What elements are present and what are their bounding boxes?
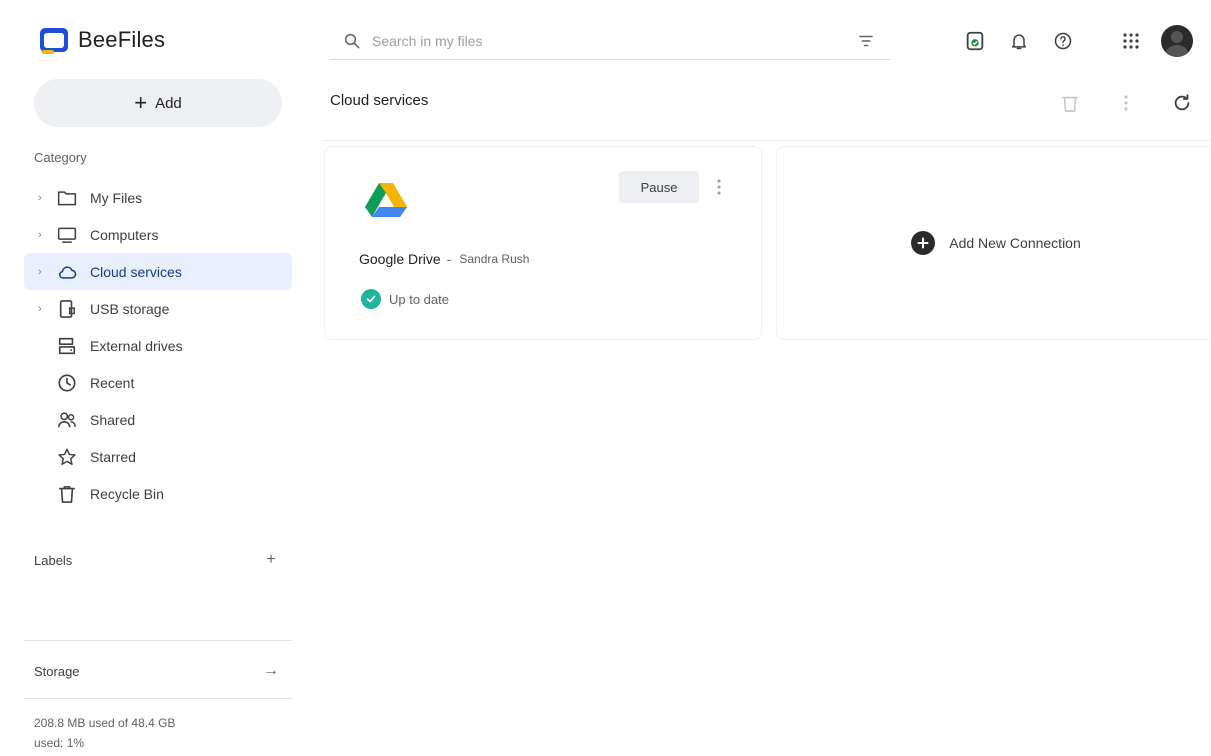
- sidebar-item-cloud-services[interactable]: › Cloud services: [24, 253, 292, 290]
- sync-status-icon[interactable]: [959, 25, 991, 57]
- sidebar-item-external-drives[interactable]: › External drives: [24, 327, 292, 364]
- sidebar-item-label: Computers: [90, 226, 159, 243]
- sidebar-item-recycle-bin[interactable]: › Recycle Bin: [24, 475, 292, 512]
- sync-status-text: Up to date: [389, 291, 449, 307]
- more-icon[interactable]: [1109, 86, 1143, 120]
- clock-icon: [56, 372, 78, 394]
- people-icon: [56, 409, 78, 431]
- sidebar-item-recent[interactable]: › Recent: [24, 364, 292, 401]
- sidebar-item-starred[interactable]: › Starred: [24, 438, 292, 475]
- user-avatar[interactable]: [1161, 25, 1193, 57]
- sidebar-divider: [24, 698, 292, 699]
- google-drive-icon: [365, 181, 407, 217]
- external-drive-icon: [56, 335, 78, 357]
- notifications-icon[interactable]: [1003, 25, 1035, 57]
- app-name: BeeFiles: [78, 27, 166, 52]
- sidebar-item-label: External drives: [90, 337, 183, 354]
- page-title: Cloud services: [330, 92, 429, 109]
- category-heading: Category: [34, 150, 87, 165]
- add-button-label: Add: [155, 94, 182, 112]
- folder-icon: [56, 187, 78, 209]
- sidebar-divider: [24, 640, 292, 641]
- sidebar-item-my-files[interactable]: › My Files: [24, 179, 292, 216]
- usb-storage-icon: [56, 298, 78, 320]
- add-label-button[interactable]: +: [258, 547, 284, 573]
- sidebar-item-label: Shared: [90, 411, 136, 428]
- chevron-right-icon[interactable]: ›: [38, 303, 50, 315]
- sidebar-item-shared[interactable]: › Shared: [24, 401, 292, 438]
- cloud-service-card[interactable]: Pause Google Drive - Sandra Rush Up to d…: [324, 146, 762, 340]
- cloud-icon: [56, 261, 78, 283]
- sidebar-item-computers[interactable]: › Computers: [24, 216, 292, 253]
- main-divider: [322, 140, 1211, 141]
- sidebar-item-label: Cloud services: [90, 263, 182, 280]
- storage-percent-text: used: 1%: [34, 736, 85, 750]
- beefiles-logo-icon: [40, 26, 68, 54]
- search-icon: [342, 31, 362, 51]
- add-button[interactable]: + Add: [34, 79, 282, 127]
- sidebar: + Add Category › My Files › Computers › …: [0, 76, 305, 756]
- card-menu-icon[interactable]: [707, 171, 731, 203]
- delete-icon[interactable]: [1053, 86, 1087, 120]
- help-icon[interactable]: [1047, 25, 1079, 57]
- chevron-right-icon[interactable]: ›: [38, 192, 50, 204]
- labels-heading: Labels: [34, 552, 73, 568]
- sidebar-item-usb-storage[interactable]: › USB storage: [24, 290, 292, 327]
- sidebar-item-label: Starred: [90, 448, 136, 465]
- header-actions: [947, 22, 1193, 60]
- storage-section[interactable]: Storage →: [34, 658, 284, 684]
- search-input[interactable]: [372, 32, 854, 49]
- arrow-right-icon[interactable]: →: [258, 658, 284, 684]
- refresh-icon[interactable]: [1165, 86, 1199, 120]
- plus-icon: +: [134, 90, 148, 115]
- service-name: Google Drive - Sandra Rush: [359, 251, 530, 267]
- check-circle-icon: [361, 289, 381, 309]
- add-connection-card[interactable]: Add New Connection: [776, 146, 1211, 340]
- pause-sync-button[interactable]: Pause: [619, 171, 699, 203]
- filter-icon[interactable]: [854, 29, 878, 53]
- search-bar: [330, 22, 890, 60]
- storage-info: 208.8 MB used of 48.4 GB used: 1%: [34, 713, 284, 753]
- sidebar-item-label: Recycle Bin: [90, 485, 164, 502]
- storage-used-text: 208.8 MB used of 48.4 GB: [34, 716, 176, 730]
- chevron-right-icon[interactable]: ›: [38, 266, 50, 278]
- service-account: Sandra Rush: [459, 252, 530, 266]
- add-connection-label: Add New Connection: [949, 235, 1081, 251]
- main-toolbar: [1031, 86, 1199, 120]
- computer-icon: [56, 224, 78, 246]
- sidebar-item-label: Recent: [90, 374, 135, 391]
- app-logo[interactable]: BeeFiles: [40, 26, 165, 54]
- trash-icon: [56, 483, 78, 505]
- chevron-right-icon[interactable]: ›: [38, 229, 50, 241]
- sidebar-item-label: My Files: [90, 189, 143, 206]
- storage-heading: Storage: [34, 663, 80, 679]
- labels-section: Labels +: [34, 547, 284, 573]
- star-icon: [56, 446, 78, 468]
- service-title: Google Drive: [359, 251, 441, 267]
- sidebar-item-label: USB storage: [90, 300, 170, 317]
- sync-status: Up to date: [361, 289, 449, 309]
- category-nav: › My Files › Computers › Cloud services …: [24, 179, 292, 512]
- apps-grid-icon[interactable]: [1115, 25, 1147, 57]
- add-circle-icon: [911, 231, 936, 255]
